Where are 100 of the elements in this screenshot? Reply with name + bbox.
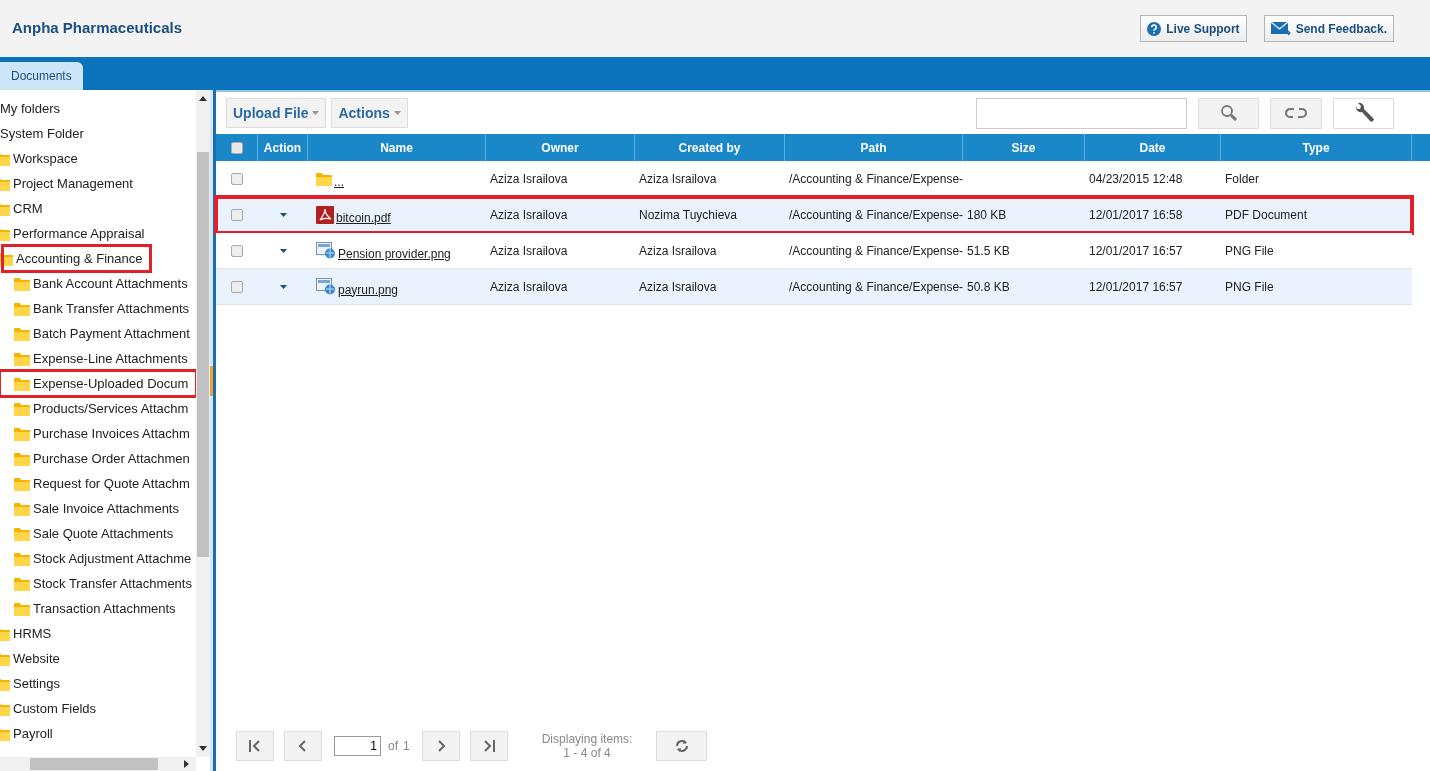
- column-header[interactable]: Size: [1011, 138, 1036, 157]
- table-cell-text: 50.8 KB: [967, 278, 1010, 296]
- folder-icon: [14, 576, 30, 591]
- documents-tab[interactable]: Documents: [0, 62, 83, 90]
- folder-icon: [14, 526, 30, 541]
- summary-text: Displaying items:: [541, 732, 633, 746]
- row-checkbox[interactable]: [231, 244, 243, 257]
- last-page-button[interactable]: [469, 731, 508, 761]
- folder-icon: [14, 451, 30, 466]
- folder-icon: [14, 401, 30, 416]
- tree-item[interactable]: Sale Quote Attachments: [0, 521, 174, 546]
- tree-item[interactable]: Bank Transfer Attachments: [0, 296, 190, 321]
- table-cell-text: PNG File: [1225, 278, 1274, 296]
- column-header[interactable]: Name: [380, 138, 413, 157]
- caret-icon[interactable]: [279, 284, 287, 289]
- tree-item[interactable]: Custom Fields: [0, 696, 97, 721]
- table-cell-text: Aziza Israilova: [490, 242, 568, 260]
- tree-item[interactable]: Expense-Uploaded Docum: [0, 371, 196, 396]
- table-cell-text: Nozima Tuychieva: [639, 206, 738, 224]
- tree-item[interactable]: Payroll: [0, 721, 53, 746]
- tree-item[interactable]: Bank Account Attachments: [0, 271, 188, 296]
- folder-icon: [14, 326, 30, 341]
- scroll-down-icon[interactable]: [199, 746, 207, 752]
- search-button[interactable]: [1198, 97, 1259, 129]
- row-checkbox[interactable]: [231, 172, 243, 185]
- scroll-up-icon[interactable]: [199, 96, 207, 102]
- row-checkbox[interactable]: [231, 208, 243, 221]
- collapse-handle[interactable]: [210, 365, 213, 396]
- tree-item[interactable]: Workspace: [0, 146, 78, 171]
- file-link[interactable]: Pension provider.png: [338, 244, 451, 263]
- scrollbar-thumb[interactable]: [197, 152, 209, 557]
- caret-icon[interactable]: [279, 248, 287, 253]
- summary-text: 1 - 4 of 4: [563, 746, 611, 760]
- tree-item[interactable]: Sale Invoice Attachments: [0, 496, 179, 521]
- tree-item[interactable]: Transaction Attachments: [0, 596, 176, 621]
- column-header[interactable]: Date: [1139, 138, 1166, 157]
- tree-item[interactable]: Request for Quote Attachm: [0, 471, 190, 496]
- column-header[interactable]: Owner: [541, 138, 579, 157]
- column-header[interactable]: Created by: [678, 138, 741, 157]
- link-icon: [1285, 107, 1307, 119]
- scrollbar-thumb[interactable]: [30, 758, 158, 770]
- link-button[interactable]: [1270, 97, 1322, 129]
- tree-item[interactable]: My folders: [0, 96, 60, 121]
- envelope-icon: [1270, 21, 1291, 36]
- tree-item[interactable]: Website: [0, 646, 60, 671]
- table-cell-text: 04/23/2015 12:48: [1089, 170, 1183, 188]
- table-cell-text: PNG File: [1225, 242, 1274, 260]
- tree-item[interactable]: Stock Adjustment Attachme: [0, 546, 192, 571]
- table-cell-text: 12/01/2017 16:57: [1089, 242, 1183, 260]
- folder-icon: [14, 501, 30, 516]
- table-cell-text: 12/01/2017 16:58: [1089, 206, 1183, 224]
- upload-file-button[interactable]: Upload File: [226, 98, 327, 128]
- vertical-scrollbar[interactable]: [196, 90, 210, 757]
- live-support-button[interactable]: Live Support: [1140, 15, 1247, 42]
- file-link[interactable]: ...: [334, 172, 344, 191]
- refresh-icon: [674, 739, 689, 753]
- file-link[interactable]: bitcoin.pdf: [336, 208, 391, 227]
- next-page-button[interactable]: [421, 731, 460, 761]
- search-field[interactable]: [976, 97, 1187, 129]
- scroll-right-icon[interactable]: [184, 760, 190, 768]
- horizontal-scrollbar[interactable]: [0, 757, 196, 771]
- tree-item[interactable]: Purchase Invoices Attachm: [0, 421, 190, 446]
- page-field[interactable]: 1: [334, 736, 381, 756]
- row-checkbox[interactable]: [231, 280, 243, 293]
- page-of-label: of: [388, 738, 398, 755]
- tree-item[interactable]: Batch Payment Attachment: [0, 321, 190, 346]
- column-header[interactable]: Type: [1302, 138, 1330, 157]
- first-page-button[interactable]: [236, 731, 274, 761]
- select-all-checkbox[interactable]: [230, 141, 243, 154]
- table-cell-text: 51.5 KB: [967, 242, 1010, 260]
- folder-icon: [14, 276, 30, 291]
- tree-item[interactable]: Performance Appraisal: [0, 221, 145, 246]
- tree-item[interactable]: Settings: [0, 671, 60, 696]
- tree-item[interactable]: HRMS: [0, 621, 52, 646]
- file-link[interactable]: payrun.png: [338, 280, 399, 299]
- refresh-button[interactable]: [656, 731, 708, 761]
- tree-item[interactable]: Products/Services Attachm: [0, 396, 189, 421]
- table-cell-text: Aziza Israilova: [490, 206, 568, 224]
- send-feedback-button[interactable]: Send Feedback.: [1263, 15, 1394, 42]
- table-row[interactable]: payrun.png Aziza Israilova Aziza Israilova /Accounting & Finance/Expense- 50.8 KB 12/01/2017 16:57 PNG File: [216, 269, 1412, 305]
- panel-splitter[interactable]: [210, 90, 216, 771]
- pdf-icon: [316, 205, 334, 224]
- table-cell-text: Aziza Israilova: [490, 170, 568, 188]
- tree-item[interactable]: Stock Transfer Attachments: [0, 571, 192, 596]
- tree-item[interactable]: Accounting & Finance: [3, 246, 151, 271]
- table-row[interactable]: bitcoin.pdf Aziza Israilova Nozima Tuychieva /Accounting & Finance/Expense- 180 KB 12/01/2017 16:58 PDF Document: [216, 197, 1412, 233]
- settings-button[interactable]: [1333, 97, 1394, 129]
- tree-item[interactable]: Purchase Order Attachmen: [0, 446, 190, 471]
- tree-item[interactable]: Project Management: [0, 171, 133, 196]
- column-header[interactable]: Action: [263, 138, 302, 157]
- tree-item[interactable]: Expense-Line Attachments: [0, 346, 188, 371]
- previous-page-button[interactable]: [284, 731, 322, 761]
- actions-button[interactable]: Actions: [331, 98, 408, 128]
- tree-item[interactable]: CRM: [0, 196, 43, 221]
- caret-icon[interactable]: [279, 212, 287, 217]
- table-cell-text: Aziza Israilova: [639, 278, 717, 296]
- table-cell-text: PDF Document: [1225, 206, 1308, 224]
- column-header[interactable]: Path: [860, 138, 887, 157]
- folder-icon: [14, 551, 30, 566]
- tree-item[interactable]: System Folder: [0, 121, 84, 146]
